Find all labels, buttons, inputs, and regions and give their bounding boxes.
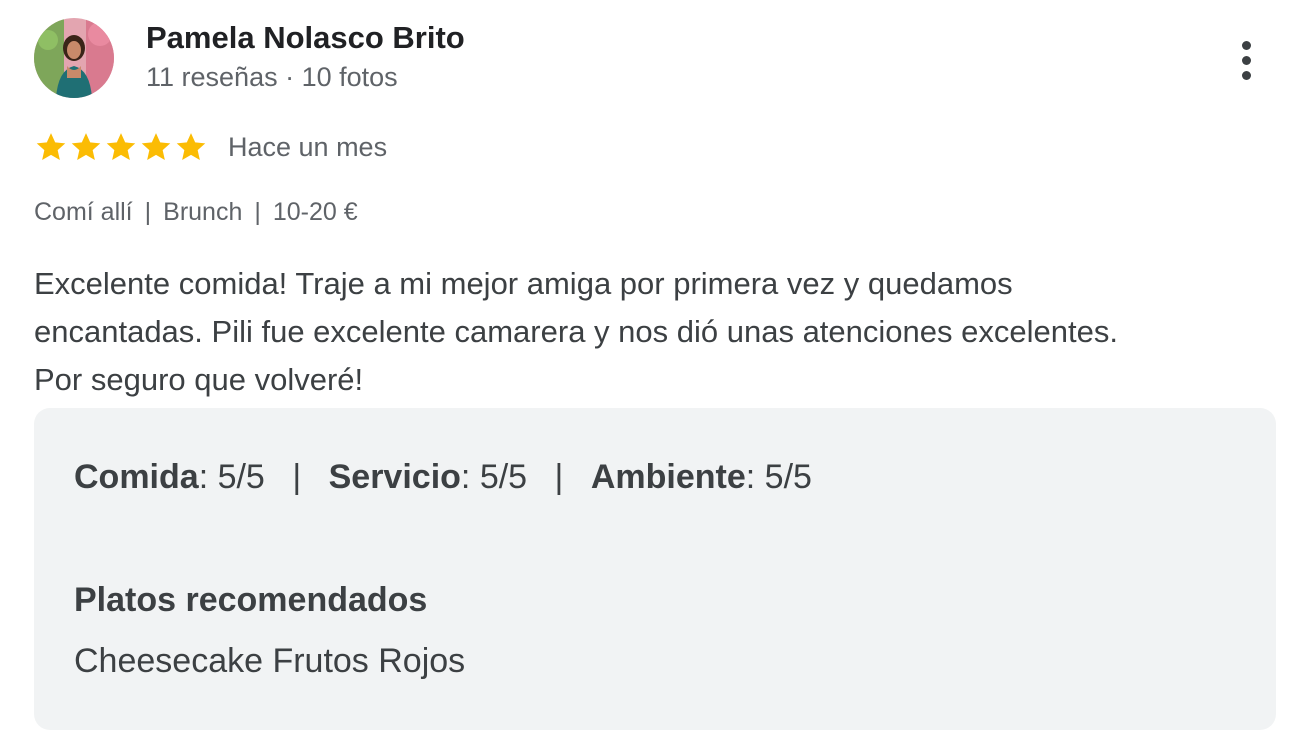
author-stats: 11 reseñas · 10 fotos	[146, 62, 398, 92]
aspect-ratings: Comida: 5/5 | Servicio: 5/5 | Ambiente: …	[74, 458, 812, 497]
more-options-button[interactable]	[1226, 36, 1266, 84]
review-text-line: Por seguro que volveré!	[34, 362, 364, 397]
recommended-dishes-heading: Platos recomendados	[74, 581, 428, 619]
review-details-panel: Comida: 5/5 | Servicio: 5/5 | Ambiente: …	[34, 408, 1276, 730]
tag-separator: |	[254, 198, 261, 226]
star-icon	[106, 133, 136, 161]
rating-row: Hace un mes	[34, 128, 387, 166]
recommended-dishes-value: Cheesecake Frutos Rojos	[74, 642, 466, 680]
review-text-line: encantadas. Pili fue excelente camarera …	[34, 314, 1118, 349]
visit-tags: Comí allí | Brunch | 10-20 €	[34, 198, 358, 227]
star-icon	[36, 133, 66, 161]
visit-tag-price: 10-20 €	[272, 198, 358, 226]
rating-service-value: : 5/5	[460, 458, 528, 496]
tag-separator: |	[144, 198, 152, 226]
vertical-dots-icon-dot	[1241, 55, 1251, 65]
review-text: Excelente comida! Traje a mi mejor amiga…	[34, 260, 1284, 404]
rating-service-label: Servicio	[328, 458, 461, 496]
star-icon	[176, 133, 206, 161]
rating-food-value: : 5/5	[198, 458, 265, 496]
star-rating	[34, 130, 208, 164]
star-icon	[141, 133, 171, 161]
review-date: Hace un mes	[228, 131, 388, 162]
rating-atmosphere-value: : 5/5	[745, 458, 812, 496]
visit-tag-meal: Brunch	[163, 198, 243, 226]
rating-separator: |	[292, 458, 302, 496]
vertical-dots-icon	[1241, 40, 1251, 50]
star-icon	[71, 133, 101, 161]
profile-photo-icon	[34, 18, 114, 98]
rating-separator: |	[554, 458, 564, 496]
rating-food-label: Comida	[74, 458, 199, 496]
vertical-dots-icon-dot	[1241, 70, 1251, 80]
review-card: Pamela Nolasco Brito 11 reseñas · 10 fot…	[0, 0, 1310, 745]
author-avatar[interactable]	[34, 18, 114, 98]
rating-atmosphere-label: Ambiente	[590, 458, 746, 496]
visit-tag-dine-type: Comí allí	[34, 198, 133, 226]
author-name[interactable]: Pamela Nolasco Brito	[146, 20, 465, 56]
review-text-line: Excelente comida! Traje a mi mejor amiga…	[34, 266, 1013, 301]
